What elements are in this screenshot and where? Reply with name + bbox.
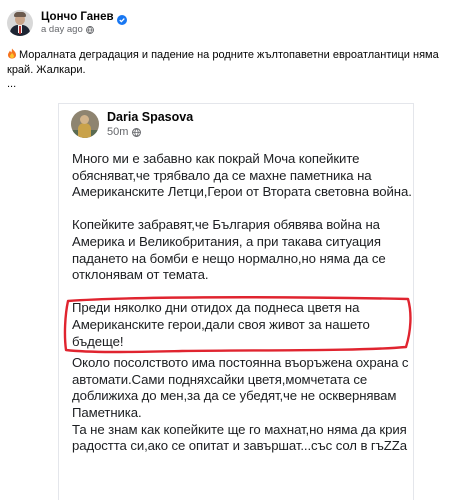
shot-paragraph: Та не знам как копейките ще го махнат,но…	[72, 421, 407, 454]
shot-paragraph: Копейките забравят,че България обявява в…	[72, 217, 386, 283]
shot-author-name: Daria Spasova	[107, 110, 194, 124]
embedded-screenshot[interactable]: Daria Spasova 50m Много ми е забавно как…	[58, 103, 414, 500]
author-name[interactable]: Цончо Ганев	[41, 11, 114, 23]
shot-time: 50m	[107, 126, 129, 138]
shot-paragraph: Преди няколко дни отидох да поднеса цвет…	[72, 300, 370, 349]
shot-paragraph: Много ми е забавно как покрай Моча копей…	[72, 151, 412, 200]
shot-paragraph: Около посолството има постоянна въоръжен…	[72, 355, 409, 420]
see-more-ellipsis[interactable]: ...	[7, 78, 16, 90]
post-text: Моралната деградация и падение на роднит…	[7, 48, 462, 78]
shot-header: Daria Spasova 50m	[71, 110, 193, 138]
verified-badge-icon	[116, 12, 127, 25]
post-time[interactable]: a day ago	[41, 24, 83, 35]
post-text-content: Моралната деградация и падение на роднит…	[7, 49, 439, 76]
fire-icon	[7, 48, 17, 59]
highlighted-passage: Преди няколко дни отидох да поднеса цвет…	[63, 296, 412, 354]
shot-body: Много ми е забавно как покрай Моча копей…	[63, 151, 412, 455]
shot-avatar	[71, 110, 99, 138]
globe-icon	[132, 127, 142, 137]
post-header: Цончо Ганев a day ago	[7, 6, 127, 40]
globe-icon	[85, 25, 94, 34]
avatar[interactable]	[7, 10, 33, 36]
